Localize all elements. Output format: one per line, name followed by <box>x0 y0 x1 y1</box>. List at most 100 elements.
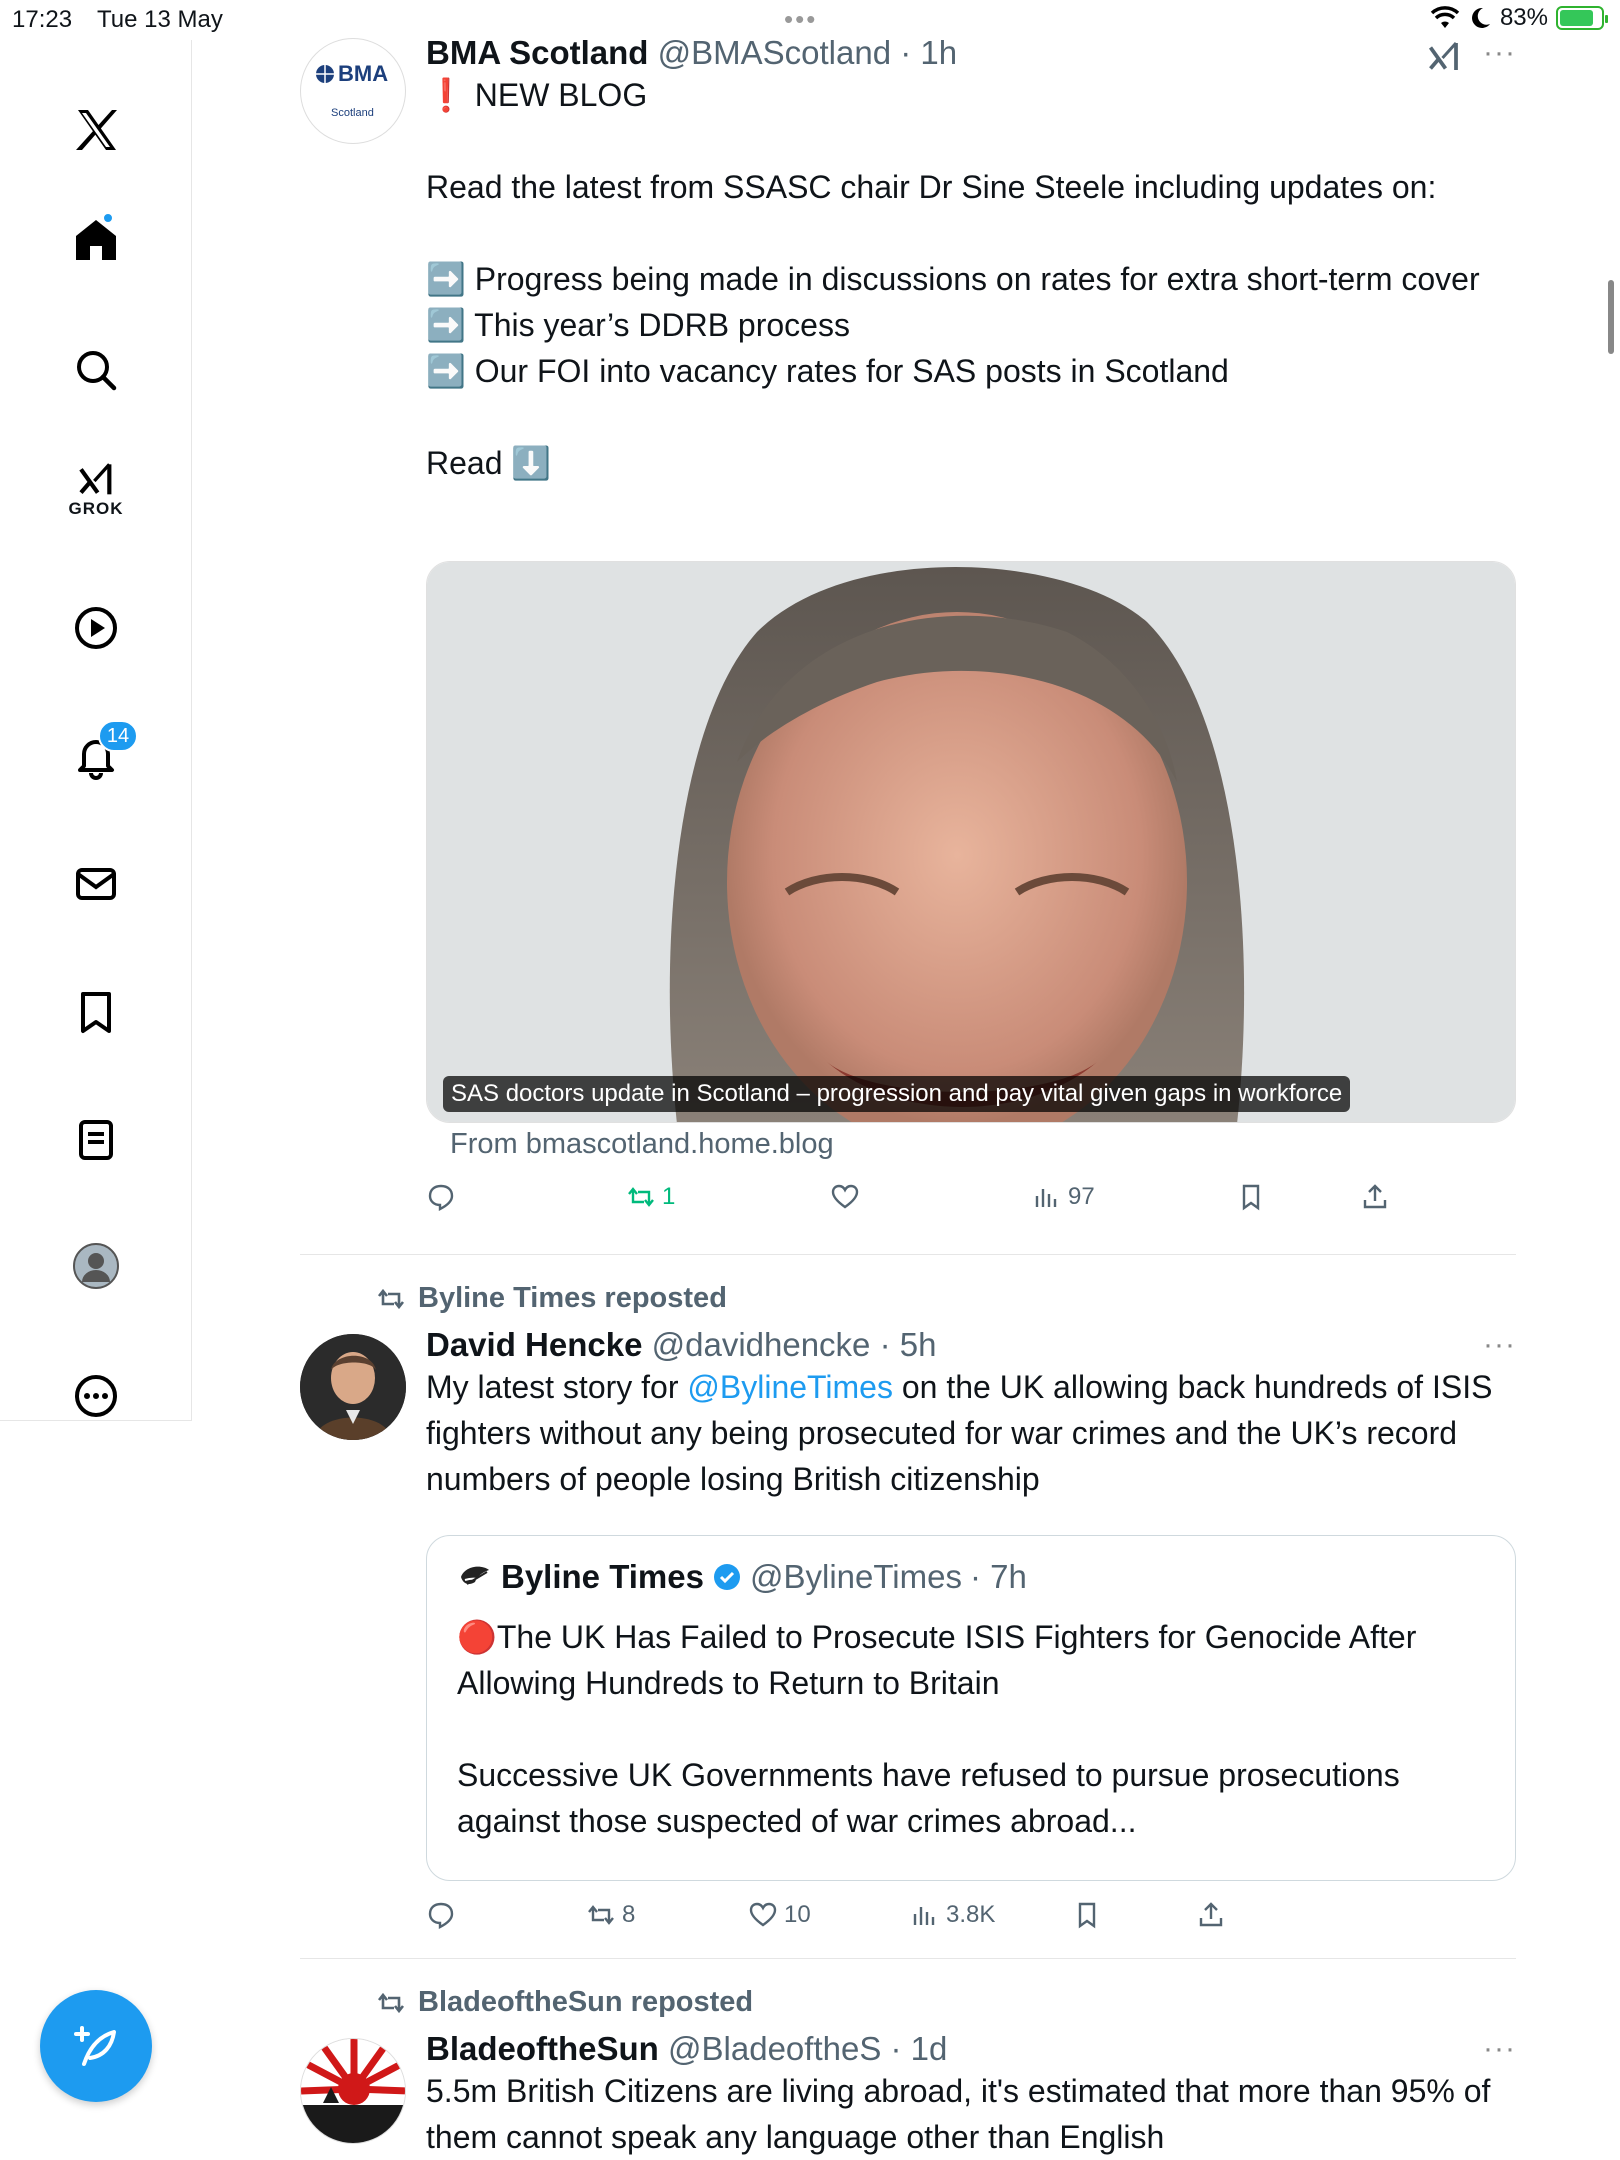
share-button[interactable] <box>1196 1900 1226 1930</box>
rising-sun-logo <box>301 2039 405 2143</box>
unread-dot <box>102 212 114 224</box>
scroll-indicator[interactable] <box>1608 280 1614 354</box>
retweet-count: 8 <box>622 1901 636 1928</box>
avatar-logo-subtext: Scotland <box>331 107 374 119</box>
like-button[interactable]: 10 <box>748 1900 811 1930</box>
tweet-actions: 8 10 3.8K <box>426 1900 1426 1940</box>
retweet-icon <box>377 1992 405 2013</box>
avatar-bma-scotland[interactable]: BMA Scotland <box>300 38 406 144</box>
multitasking-dots-icon[interactable]: ••• <box>784 4 817 35</box>
tweet-time[interactable]: · 5h <box>880 1326 937 1363</box>
sidebar-item-grok[interactable]: GROK <box>56 450 136 530</box>
tweet-header: David Hencke @davidhencke · 5h <box>426 1326 1516 1364</box>
more-options-icon[interactable]: ··· <box>1483 2032 1516 2066</box>
author-name[interactable]: David Hencke <box>426 1326 642 1363</box>
sidebar-item-more[interactable] <box>56 1356 136 1436</box>
reply-button[interactable] <box>426 1182 456 1212</box>
search-icon <box>77 351 117 391</box>
reply-icon <box>428 1902 454 1929</box>
status-date: Tue 13 May <box>97 6 223 33</box>
bma-globe-icon <box>316 65 334 83</box>
tweet-text: ❗ NEW BLOG Read the latest from SSASC ch… <box>426 77 1480 481</box>
retweet-button[interactable]: 8 <box>586 1900 635 1930</box>
views-button[interactable]: 97 <box>1032 1182 1095 1212</box>
bookmark-icon <box>1242 1184 1260 1211</box>
tweet-body: BladeoftheSun @BladeoftheS · 1d ··· 5.5m… <box>426 2030 1516 2160</box>
bookmark-button[interactable] <box>1236 1182 1266 1212</box>
quote-text: 🔴The UK Has Failed to Prosecute ISIS Fig… <box>457 1619 1417 1839</box>
bookmark-icon <box>1078 1902 1096 1929</box>
views-count: 3.8K <box>946 1901 996 1928</box>
avatar-bladeofthesun[interactable] <box>300 2038 406 2144</box>
author-name[interactable]: BMA Scotland <box>426 34 648 71</box>
more-circle-icon <box>75 1375 117 1417</box>
battery-icon <box>1556 6 1608 30</box>
sidebar-item-notifications[interactable]: 14 <box>56 716 138 796</box>
tweet-body: BMA Scotland @BMAScotland · 1h ··· ❗ NEW… <box>426 34 1516 486</box>
share-icon <box>1199 1902 1223 1927</box>
repost-indicator[interactable]: Byline Times reposted <box>376 1282 727 1315</box>
author-handle[interactable]: @BMAScotland <box>658 34 891 71</box>
battery-percent: 83% <box>1499 4 1548 31</box>
avatar-david-hencke[interactable] <box>300 1334 406 1440</box>
retweet-icon <box>377 1288 405 1309</box>
repost-indicator[interactable]: BladeoftheSun reposted <box>376 1986 753 2019</box>
home-icon <box>76 220 116 260</box>
tweet-text: My latest story for @BylineTimes on the … <box>426 1364 1516 1502</box>
tweet-header: BladeoftheSun @BladeoftheS · 1d <box>426 2030 1516 2068</box>
retweet-icon <box>628 1187 654 1207</box>
sidebar-item-home[interactable] <box>56 200 136 280</box>
card-source-link[interactable]: From bmascotland.home.blog <box>450 1128 834 1161</box>
grok-icon[interactable] <box>1426 40 1462 76</box>
tweet-time[interactable]: · 1d <box>891 2030 948 2067</box>
avatar-logo-text: BMA <box>338 61 389 86</box>
tweet-text: 5.5m British Citizens are living abroad,… <box>426 2073 1500 2155</box>
tweet-divider <box>300 1254 1516 1255</box>
quote-header: Byline Times @BylineTimes · 7h <box>457 1558 1027 1596</box>
reply-icon <box>428 1184 454 1211</box>
author-handle[interactable]: @davidhencke <box>652 1326 871 1363</box>
like-count: 10 <box>784 1901 811 1928</box>
share-button[interactable] <box>1360 1182 1390 1212</box>
views-chart-icon <box>913 1907 935 1925</box>
sidebar-item-profile[interactable] <box>56 1226 136 1306</box>
mail-icon <box>76 868 116 900</box>
reply-button[interactable] <box>426 1900 456 1930</box>
reposted-by-label: Byline Times reposted <box>418 1282 727 1314</box>
link-card[interactable]: SAS doctors update in Scotland – progres… <box>426 561 1516 1123</box>
compose-feather-icon <box>74 2026 116 2066</box>
more-options-icon[interactable]: ··· <box>1483 1328 1516 1362</box>
compose-post-button[interactable] <box>40 1990 152 2102</box>
bookmark-button[interactable] <box>1072 1900 1102 1930</box>
card-photo <box>427 562 1515 1122</box>
sidebar-item-videos[interactable] <box>56 588 136 668</box>
profile-avatar-icon <box>73 1243 119 1289</box>
retweet-count: 1 <box>662 1183 676 1210</box>
views-button[interactable]: 3.8K <box>910 1900 995 1930</box>
status-indicators: 83% <box>1430 4 1608 32</box>
sidebar-item-messages[interactable] <box>56 844 136 924</box>
battery-level <box>1560 10 1594 26</box>
retweet-button[interactable]: 1 <box>626 1182 675 1212</box>
avatar-photo <box>300 1334 406 1440</box>
heart-icon <box>749 1902 777 1927</box>
x-logo-icon[interactable] <box>56 90 136 170</box>
tweet-actions: 1 97 <box>426 1182 1426 1222</box>
more-options-icon[interactable]: ··· <box>1483 36 1516 70</box>
quote-author-name[interactable]: Byline Times <box>501 1558 704 1596</box>
heart-icon <box>831 1184 859 1209</box>
quote-time[interactable]: · 7h <box>970 1558 1027 1596</box>
sidebar-item-explore[interactable] <box>56 330 136 410</box>
quote-author-handle[interactable]: @BylineTimes <box>750 1558 962 1596</box>
grok-label: GROK <box>68 499 124 518</box>
author-name[interactable]: BladeoftheSun <box>426 2030 659 2067</box>
mention-link[interactable]: @BylineTimes <box>687 1369 893 1405</box>
sidebar-item-bookmarks[interactable] <box>56 972 136 1052</box>
share-icon <box>1363 1184 1387 1209</box>
quoted-tweet[interactable]: Byline Times @BylineTimes · 7h 🔴The UK H… <box>426 1535 1516 1881</box>
author-handle[interactable]: @BladeoftheS <box>668 2030 881 2067</box>
tweet-time[interactable]: · 1h <box>900 34 957 71</box>
like-button[interactable] <box>830 1182 860 1212</box>
sidebar-nav: GROK 14 <box>0 40 192 1420</box>
sidebar-item-lists[interactable] <box>56 1100 136 1180</box>
